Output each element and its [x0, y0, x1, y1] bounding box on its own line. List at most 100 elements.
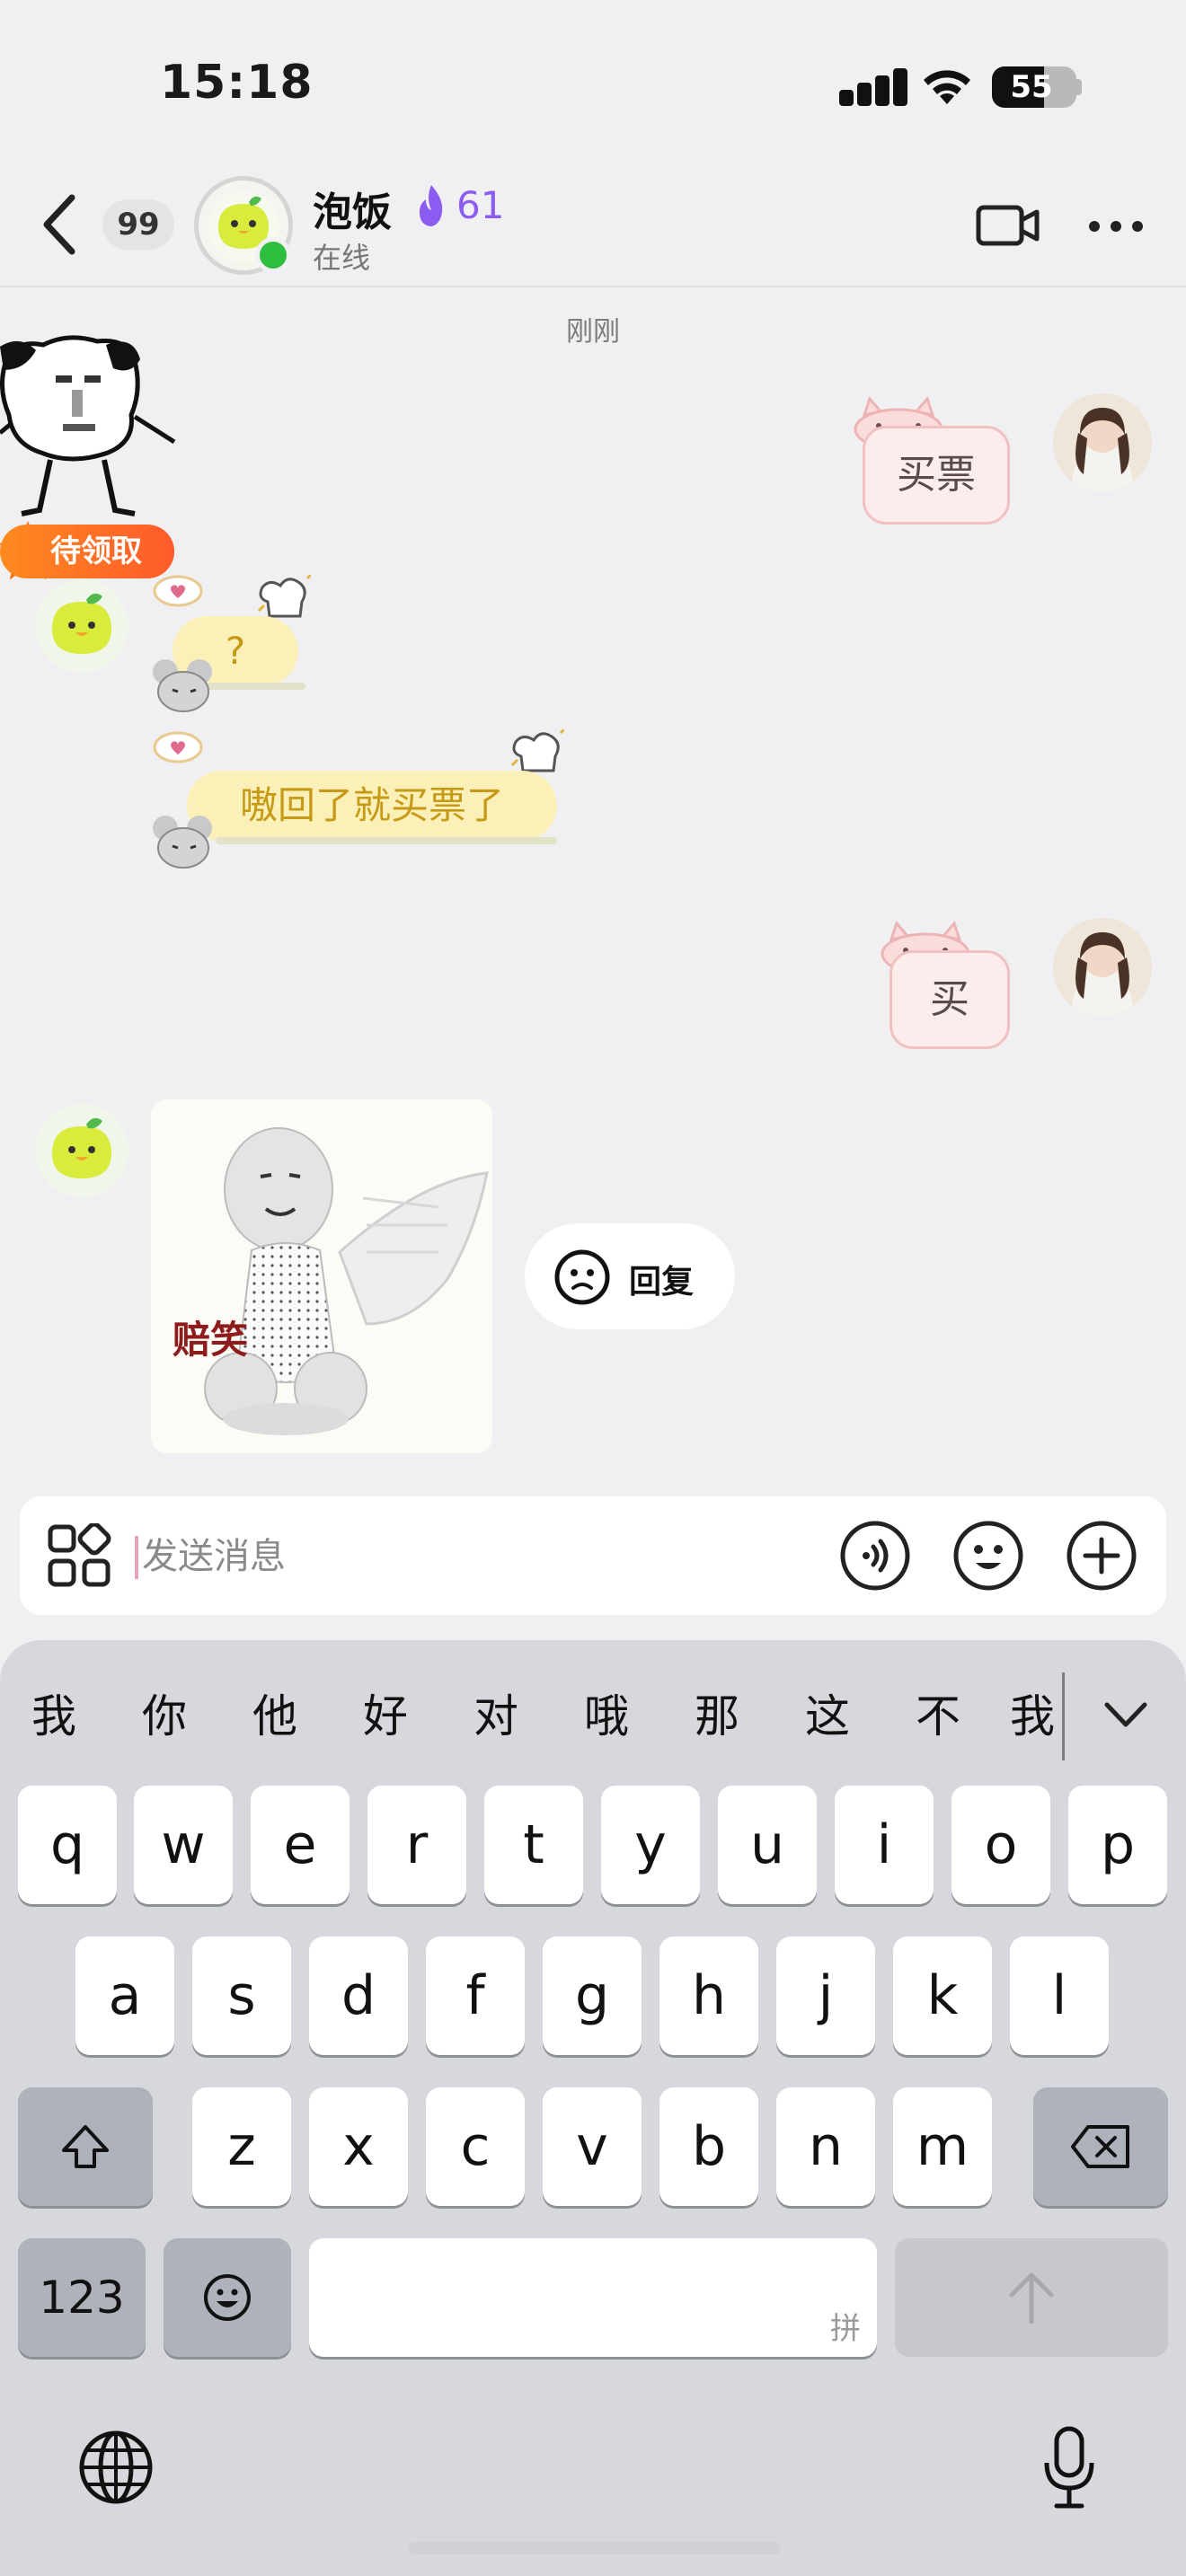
contact-name[interactable]: 泡饭 — [313, 180, 392, 237]
sticker-message[interactable] — [151, 1099, 492, 1453]
candidate-word[interactable]: 你 — [119, 1676, 209, 1757]
globe-icon[interactable] — [77, 2429, 155, 2506]
key-l[interactable]: l — [1010, 1936, 1109, 2055]
key-b[interactable]: b — [659, 2087, 758, 2206]
candidate-bar: 我 你 他 好 对 哦 那 这 不 我 — [0, 1676, 1186, 1757]
key-h[interactable]: h — [659, 1936, 758, 2055]
my-message-bubble[interactable]: 买 — [890, 950, 1010, 1049]
home-indicator — [408, 2542, 780, 2554]
apps-grid-icon[interactable] — [47, 1523, 111, 1588]
quick-reply-label[interactable]: 回复 — [629, 1256, 694, 1302]
key-label: z — [227, 2115, 256, 2178]
key-m[interactable]: m — [893, 2087, 992, 2206]
message-input[interactable] — [142, 1527, 807, 1586]
status-time: 15:18 — [160, 56, 314, 110]
key-label: t — [523, 1813, 544, 1876]
online-status-dot — [255, 237, 291, 273]
emoji-face-icon — [204, 2274, 251, 2321]
voice-message-icon[interactable] — [839, 1520, 911, 1592]
key-y[interactable]: y — [601, 1786, 700, 1904]
microphone-icon[interactable] — [1042, 2425, 1096, 2511]
arrow-up-icon — [1009, 2272, 1054, 2325]
candidate-word[interactable]: 好 — [341, 1676, 430, 1757]
header-divider — [0, 286, 1186, 287]
my-avatar[interactable] — [1053, 393, 1152, 492]
numbers-key[interactable]: 123 — [18, 2238, 146, 2357]
key-u[interactable]: u — [718, 1786, 817, 1904]
shift-key[interactable] — [18, 2087, 153, 2206]
video-call-icon[interactable] — [976, 203, 1040, 248]
key-label: i — [876, 1813, 892, 1876]
backspace-icon — [1071, 2125, 1129, 2168]
key-label: n — [808, 2115, 844, 2178]
contact-online-status: 在线 — [313, 241, 371, 275]
key-label: a — [108, 1964, 142, 2027]
text-caret — [135, 1536, 138, 1579]
back-chevron-icon[interactable] — [40, 192, 79, 257]
peer-message-bubble[interactable]: 嗷回了就买票了 — [187, 771, 557, 841]
send-key[interactable] — [895, 2238, 1168, 2357]
girl-avatar-icon — [1053, 918, 1152, 1017]
key-o[interactable]: o — [951, 1786, 1050, 1904]
key-v[interactable]: v — [543, 2087, 642, 2206]
key-f[interactable]: f — [426, 1936, 525, 2055]
pinyin-hint: 拼 — [830, 2311, 861, 2347]
plus-icon[interactable] — [1066, 1520, 1137, 1592]
key-n[interactable]: n — [776, 2087, 875, 2206]
key-label: m — [916, 2115, 969, 2178]
key-t[interactable]: t — [484, 1786, 583, 1904]
unread-count-badge[interactable]: 99 — [102, 199, 174, 250]
peer-avatar[interactable] — [32, 577, 131, 675]
key-e[interactable]: e — [251, 1786, 350, 1904]
candidate-word[interactable]: 他 — [230, 1676, 320, 1757]
key-w[interactable]: w — [134, 1786, 233, 1904]
backspace-key[interactable] — [1033, 2087, 1168, 2206]
key-label: x — [342, 2115, 375, 2178]
candidate-word[interactable]: 那 — [672, 1676, 762, 1757]
emoji-key[interactable] — [164, 2238, 291, 2357]
chevron-down-icon[interactable] — [1100, 1692, 1152, 1735]
key-s[interactable]: s — [192, 1936, 291, 2055]
key-label: y — [634, 1813, 667, 1876]
key-label: w — [161, 1813, 206, 1876]
streak-count: 61 — [456, 183, 505, 227]
duck-avatar-icon — [35, 1104, 128, 1197]
key-d[interactable]: d — [309, 1936, 408, 2055]
key-r[interactable]: r — [367, 1786, 466, 1904]
key-g[interactable]: g — [543, 1936, 642, 2055]
key-label: b — [691, 2115, 727, 2178]
candidate-word[interactable]: 我 — [9, 1676, 99, 1757]
key-p[interactable]: p — [1068, 1786, 1167, 1904]
panda-meme-sticker[interactable] — [0, 334, 180, 523]
emoji-face-icon[interactable] — [553, 1248, 611, 1306]
my-message-bubble[interactable]: 买票 — [863, 426, 1010, 525]
peer-avatar[interactable] — [32, 1101, 131, 1200]
emoji-icon[interactable] — [952, 1520, 1024, 1592]
pending-claim-badge[interactable]: 待领取 — [0, 525, 174, 578]
candidate-word[interactable]: 这 — [783, 1676, 872, 1757]
candidate-divider — [1062, 1672, 1065, 1760]
candidate-word[interactable]: 哦 — [562, 1676, 651, 1757]
candidate-word[interactable]: 不 — [893, 1676, 983, 1757]
key-k[interactable]: k — [893, 1936, 992, 2055]
key-q[interactable]: q — [18, 1786, 117, 1904]
key-a[interactable]: a — [75, 1936, 174, 2055]
candidate-word[interactable]: 对 — [451, 1676, 541, 1757]
battery-icon: 55 — [992, 66, 1076, 108]
candidate-word[interactable]: 我 — [1004, 1676, 1061, 1757]
key-label: k — [926, 1964, 959, 2027]
mouse-decoration-icon — [153, 659, 212, 712]
key-z[interactable]: z — [192, 2087, 291, 2206]
streak-flame-icon — [419, 185, 443, 226]
key-c[interactable]: c — [426, 2087, 525, 2206]
my-avatar[interactable] — [1053, 918, 1152, 1017]
key-label: u — [749, 1813, 785, 1876]
key-x[interactable]: x — [309, 2087, 408, 2206]
key-label: e — [283, 1813, 317, 1876]
more-options-icon[interactable] — [1087, 219, 1145, 234]
key-j[interactable]: j — [776, 1936, 875, 2055]
shift-arrow-icon — [62, 2125, 109, 2168]
space-key[interactable]: 拼 — [309, 2238, 877, 2357]
key-i[interactable]: i — [835, 1786, 934, 1904]
key-label: h — [691, 1964, 727, 2027]
